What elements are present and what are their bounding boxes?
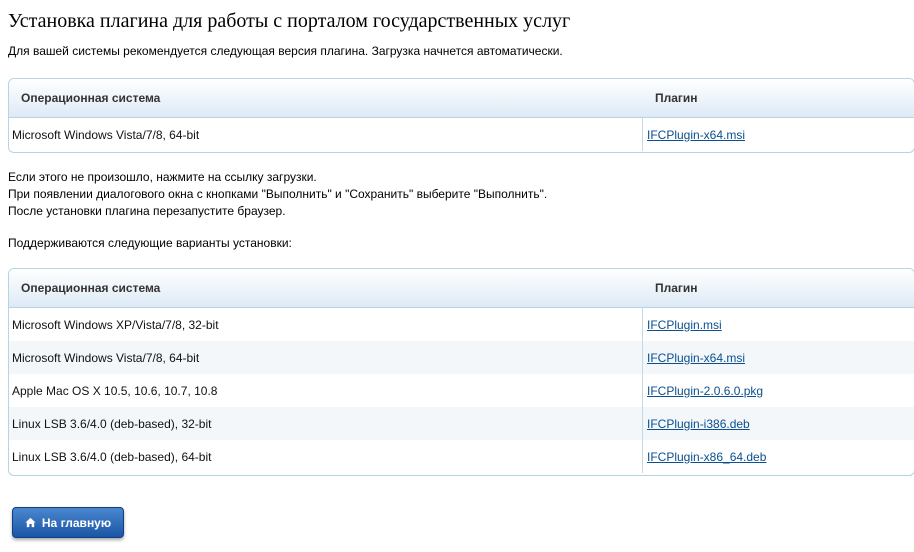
table-row: Microsoft Windows Vista/7/8, 64-bit IFCP…	[9, 341, 914, 374]
supported-heading: Поддерживаются следующие варианты устано…	[8, 236, 292, 250]
plugin-download-link[interactable]: IFCPlugin-x64.msi	[647, 351, 745, 365]
os-cell: Linux LSB 3.6/4.0 (deb-based), 64-bit	[12, 449, 212, 464]
instruction-line: Если этого не произошло, нажмите на ссыл…	[8, 170, 317, 184]
table-row: Linux LSB 3.6/4.0 (deb-based), 32-bit IF…	[9, 407, 914, 440]
table-row: Linux LSB 3.6/4.0 (deb-based), 64-bit IF…	[9, 440, 914, 473]
table-row: Microsoft Windows XP/Vista/7/8, 32-bit I…	[9, 308, 914, 341]
supported-plugins-table: Операционная система Плагин Microsoft Wi…	[8, 268, 914, 476]
os-cell: Microsoft Windows Vista/7/8, 64-bit	[12, 127, 200, 142]
table-header: Операционная система Плагин	[9, 79, 914, 118]
recommended-plugin-table: Операционная система Плагин Microsoft Wi…	[8, 78, 914, 153]
os-cell: Apple Mac OS X 10.5, 10.6, 10.7, 10.8	[12, 383, 218, 398]
plugin-download-link[interactable]: IFCPlugin.msi	[647, 318, 722, 332]
instruction-line: После установки плагина перезапустите бр…	[8, 204, 286, 218]
page: Установка плагина для работы с порталом …	[0, 0, 914, 552]
os-cell: Linux LSB 3.6/4.0 (deb-based), 32-bit	[12, 416, 212, 431]
page-title: Установка плагина для работы с порталом …	[8, 10, 571, 32]
plugin-download-link[interactable]: IFCPlugin-2.0.6.0.pkg	[647, 384, 763, 398]
home-button-label: На главную	[41, 515, 112, 530]
column-header-plugin: Плагин	[655, 91, 698, 105]
table-header: Операционная система Плагин	[9, 269, 914, 308]
home-button[interactable]: На главную	[12, 507, 124, 538]
plugin-cell: IFCPlugin-x64.msi	[642, 341, 745, 374]
plugin-cell: IFCPlugin.msi	[642, 308, 722, 341]
plugin-cell: IFCPlugin-2.0.6.0.pkg	[642, 374, 763, 407]
plugin-cell: IFCPlugin-x64.msi	[642, 118, 745, 151]
instruction-line: При появлении диалогового окна с кнопкам…	[8, 187, 548, 201]
plugin-download-link[interactable]: IFCPlugin-x64.msi	[647, 128, 745, 142]
os-cell: Microsoft Windows XP/Vista/7/8, 32-bit	[12, 317, 219, 332]
home-icon	[25, 517, 36, 528]
plugin-cell: IFCPlugin-i386.deb	[642, 407, 750, 440]
plugin-download-link[interactable]: IFCPlugin-i386.deb	[647, 417, 750, 431]
plugin-download-link[interactable]: IFCPlugin-x86_64.deb	[647, 450, 766, 464]
os-cell: Microsoft Windows Vista/7/8, 64-bit	[12, 350, 200, 365]
plugin-cell: IFCPlugin-x86_64.deb	[642, 440, 766, 473]
column-header-os: Операционная система	[21, 91, 161, 105]
intro-text: Для вашей системы рекомендуется следующа…	[8, 44, 563, 58]
instructions: Если этого не произошло, нажмите на ссыл…	[8, 169, 547, 220]
column-header-os: Операционная система	[21, 281, 161, 295]
table-row: Microsoft Windows Vista/7/8, 64-bit IFCP…	[9, 118, 914, 151]
table-row: Apple Mac OS X 10.5, 10.6, 10.7, 10.8 IF…	[9, 374, 914, 407]
column-header-plugin: Плагин	[655, 281, 698, 295]
